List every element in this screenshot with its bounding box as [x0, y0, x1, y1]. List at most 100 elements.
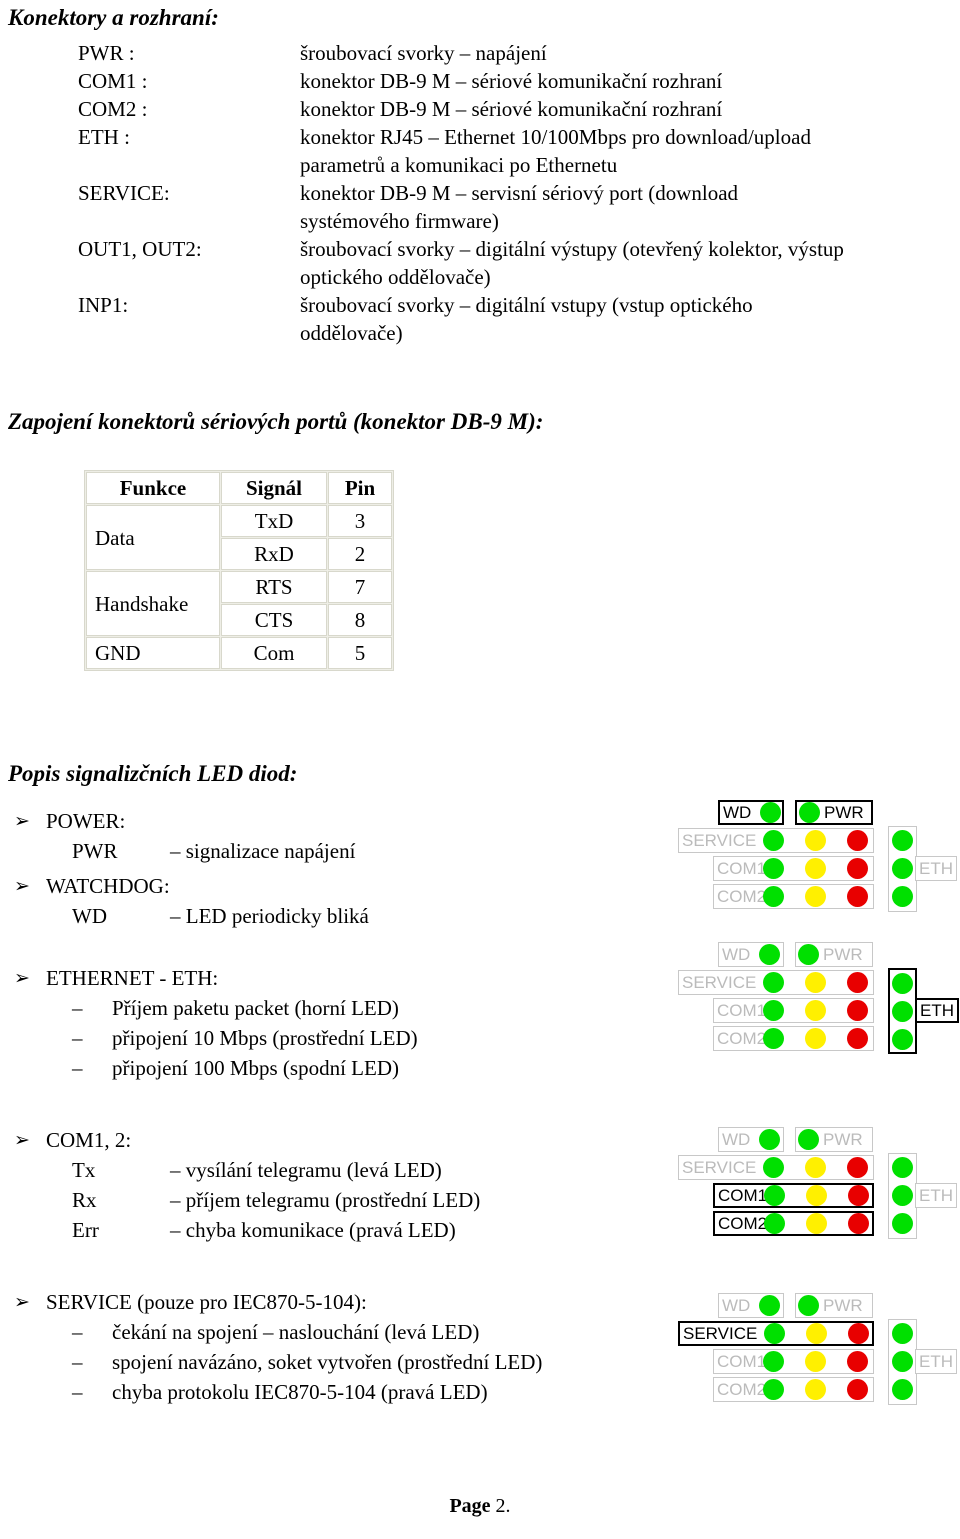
led-group-ethernet: ➢ ETHERNET - ETH: – Příjem paketu packet… [0, 963, 680, 1083]
led-group-title: ETHERNET - ETH: [46, 966, 219, 990]
led-item-desc: připojení 10 Mbps (prostřední LED) [112, 1026, 418, 1050]
led-item-row: WD – LED periodicky bliká [0, 901, 680, 931]
panel-strip-com2: COM2 [713, 1377, 874, 1402]
led-dot-yellow [805, 1351, 826, 1372]
panel-label-com2: COM2 [717, 1029, 767, 1048]
cell-funkce: GND [86, 637, 220, 669]
panel-label-pwr: PWR [823, 1296, 863, 1315]
panel-strip-wd: WD [718, 1293, 784, 1318]
led-dot-red [847, 830, 868, 851]
led-dot-green [892, 858, 913, 879]
bullet-row: ➢ ETHERNET - ETH: [0, 963, 680, 993]
connectors-heading: Konektory a rozhraní: [8, 5, 219, 30]
led-dot-green [892, 1001, 913, 1022]
table-row: Handshake RTS 7 [86, 571, 392, 636]
led-group-service: ➢ SERVICE (pouze pro IEC870-5-104): – če… [0, 1287, 680, 1407]
led-dot-red [847, 972, 868, 993]
table-row: GND Com 5 [86, 637, 392, 669]
led-item-row: – čekání na spojení – naslouchání (levá … [0, 1317, 680, 1347]
led-dot-green [892, 1029, 913, 1050]
bullet-row: ➢ COM1, 2: [0, 1125, 680, 1155]
connector-description: konektor DB-9 M – sériové komunikační ro… [300, 69, 723, 93]
table-row: Data TxD 3 [86, 505, 392, 570]
panel-strip-pwr: PWR [795, 1293, 873, 1318]
led-dot-red [847, 858, 868, 879]
led-item-name: Tx [72, 1158, 96, 1182]
pinout-heading: Zapojení konektorů sériových portů (kone… [8, 409, 544, 434]
panel-strip-pwr: PWR [795, 800, 873, 825]
dash-bullet-icon: – [72, 1350, 83, 1374]
led-dot-green [798, 944, 819, 965]
panel-eth-column [888, 826, 917, 912]
led-item-name: Rx [72, 1188, 97, 1212]
panel-eth-column [888, 1153, 917, 1239]
connector-term: PWR : [78, 41, 135, 65]
connector-term: OUT1, OUT2: [78, 237, 202, 261]
panel-strip-wd: WD [718, 942, 784, 967]
led-dot-yellow [805, 1379, 826, 1400]
led-dot-green [892, 886, 913, 907]
led-item-desc: čekání na spojení – naslouchání (levá LE… [112, 1320, 480, 1344]
panel-strip-com1: COM1 [713, 1349, 874, 1374]
led-dot-green [892, 1213, 913, 1234]
panel-strip-service: SERVICE [678, 1155, 874, 1180]
cell-funkce: Data [86, 505, 220, 570]
led-dot-green [892, 1323, 913, 1344]
led-section-heading: Popis signalizčních LED diod: [8, 761, 298, 786]
panel-service: WD PWR SERVICE COM1 COM2 ETH [660, 1293, 957, 1405]
led-dot-yellow [805, 830, 826, 851]
led-dot-green [798, 1129, 819, 1150]
pinout-table: Funkce Signál Pin Data TxD 3 RxD 2 Hands… [84, 470, 394, 671]
bullet-row: ➢ SERVICE (pouze pro IEC870-5-104): [0, 1287, 680, 1317]
panel-label-com2: COM2 [718, 1214, 768, 1233]
arrow-bullet-icon: ➢ [14, 1129, 30, 1151]
bullet-row: ➢ POWER: [0, 806, 680, 836]
panel-label-com1: COM1 [717, 1001, 767, 1020]
led-dot-red [848, 1213, 869, 1234]
cell-pin: 7 [328, 571, 392, 603]
led-dot-green [892, 830, 913, 851]
panel-label-eth: ETH [915, 998, 959, 1023]
panel-label-wd: WD [722, 1296, 751, 1315]
panel-strip-com2: COM2 [713, 1211, 874, 1236]
cell-pin: 8 [328, 604, 392, 636]
panel-strip-service: SERVICE [678, 970, 874, 995]
footer-page-word: Page [449, 1495, 491, 1517]
led-dot-green [798, 1295, 819, 1316]
panel-label-com1: COM1 [718, 1186, 768, 1205]
led-dot-green [763, 1028, 784, 1049]
panel-strip-pwr: PWR [795, 1127, 873, 1152]
cell-funkce: Handshake [86, 571, 220, 636]
connector-description: konektor RJ45 – Ethernet 10/100Mbps pro … [300, 125, 811, 149]
connector-list: PWR : šroubovací svorky – napájení COM1 … [0, 39, 960, 347]
led-item-desc: – signalizace napájení [170, 839, 356, 863]
led-dot-green [763, 1379, 784, 1400]
dash-bullet-icon: – [72, 1056, 83, 1080]
panel-strip-wd: WD [718, 1127, 784, 1152]
panel-label-wd: WD [722, 1130, 751, 1149]
panel-strip-com1: COM1 [713, 998, 874, 1023]
led-dot-yellow [805, 858, 826, 879]
arrow-bullet-icon: ➢ [14, 875, 30, 897]
led-dot-red [848, 1185, 869, 1206]
led-dot-yellow [805, 1028, 826, 1049]
panel-label-wd: WD [722, 945, 751, 964]
panel-com: WD PWR SERVICE COM1 COM2 ETH [660, 1127, 957, 1239]
footer-page-number: 2. [490, 1495, 511, 1517]
led-dot-green [892, 1157, 913, 1178]
led-dot-green [892, 973, 913, 994]
panel-strip-service: SERVICE [678, 828, 874, 853]
led-dot-red [847, 886, 868, 907]
column-header-funkce: Funkce [86, 472, 220, 504]
led-dot-green [759, 944, 780, 965]
led-item-row: – Příjem paketu packet (horní LED) [0, 993, 680, 1023]
panel-strip-com1: COM1 [713, 1183, 874, 1208]
cell-signal: Com [221, 637, 327, 669]
cell-signal: CTS [221, 604, 327, 636]
connector-description: konektor DB-9 M – servisní sériový port … [300, 181, 739, 205]
connector-description: šroubovací svorky – digitální vstupy (vs… [300, 293, 753, 317]
panel-label-com2: COM2 [717, 887, 767, 906]
led-item-row: – připojení 10 Mbps (prostřední LED) [0, 1023, 680, 1053]
panel-label-com1: COM1 [717, 859, 767, 878]
cell-pin: 2 [328, 538, 392, 570]
